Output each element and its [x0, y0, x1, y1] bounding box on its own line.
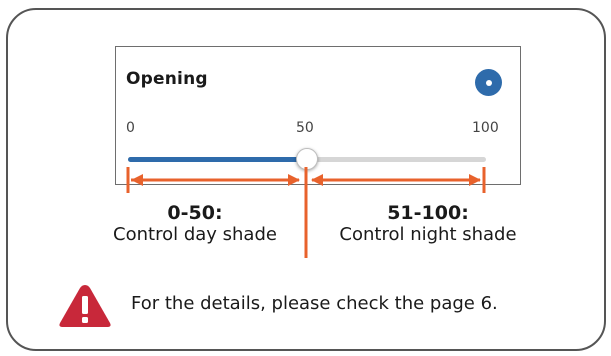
warning-icon	[59, 285, 111, 327]
slider-mid-label: 50	[296, 120, 314, 136]
slider-fill	[128, 157, 307, 162]
day-shade-label: 0-50: Control day shade	[85, 202, 305, 246]
card-title: Opening	[126, 69, 208, 89]
night-shade-label: 51-100: Control night shade	[313, 202, 543, 246]
slider-thumb[interactable]	[296, 148, 318, 170]
slider-max-label: 100	[472, 120, 499, 136]
night-shade-description: Control night shade	[339, 224, 517, 245]
night-shade-range: 51-100:	[387, 202, 469, 224]
radio-dot-icon[interactable]	[475, 69, 502, 96]
opening-card: Opening 0 50 100	[115, 46, 521, 185]
details-note: For the details, please check the page 6…	[131, 293, 498, 314]
day-shade-range: 0-50:	[167, 202, 223, 224]
opening-slider[interactable]	[128, 148, 486, 172]
day-shade-description: Control day shade	[113, 224, 277, 245]
slider-min-label: 0	[126, 120, 135, 136]
